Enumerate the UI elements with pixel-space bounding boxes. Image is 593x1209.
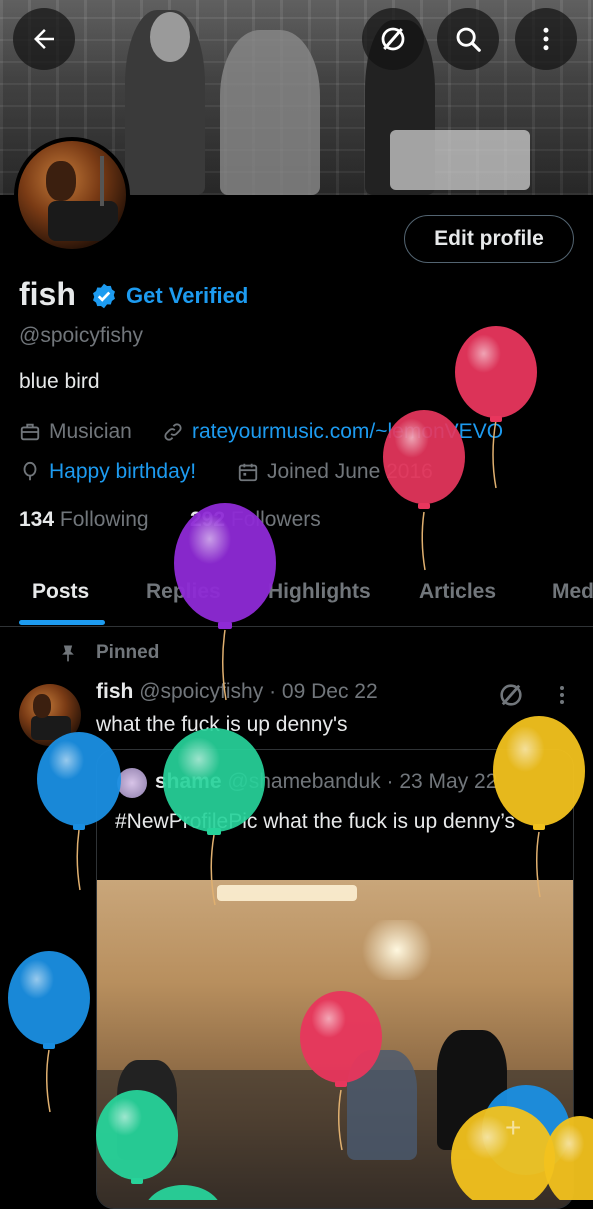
balloon-green-2 [96,1090,178,1184]
balloon-purple [174,503,276,701]
balloon-overlay [8,326,593,1200]
balloon-blue-1 [37,732,121,891]
balloon-red-3 [300,991,382,1151]
balloon-green-3 [148,1185,218,1200]
balloon-yellow-1 [493,716,585,898]
balloon-blue-2 [8,951,90,1113]
balloon-red-2 [383,410,465,571]
balloon-green-1 [163,728,265,906]
compose-plus-icon[interactable]: + [505,1112,521,1144]
balloon-red-1 [455,326,537,489]
